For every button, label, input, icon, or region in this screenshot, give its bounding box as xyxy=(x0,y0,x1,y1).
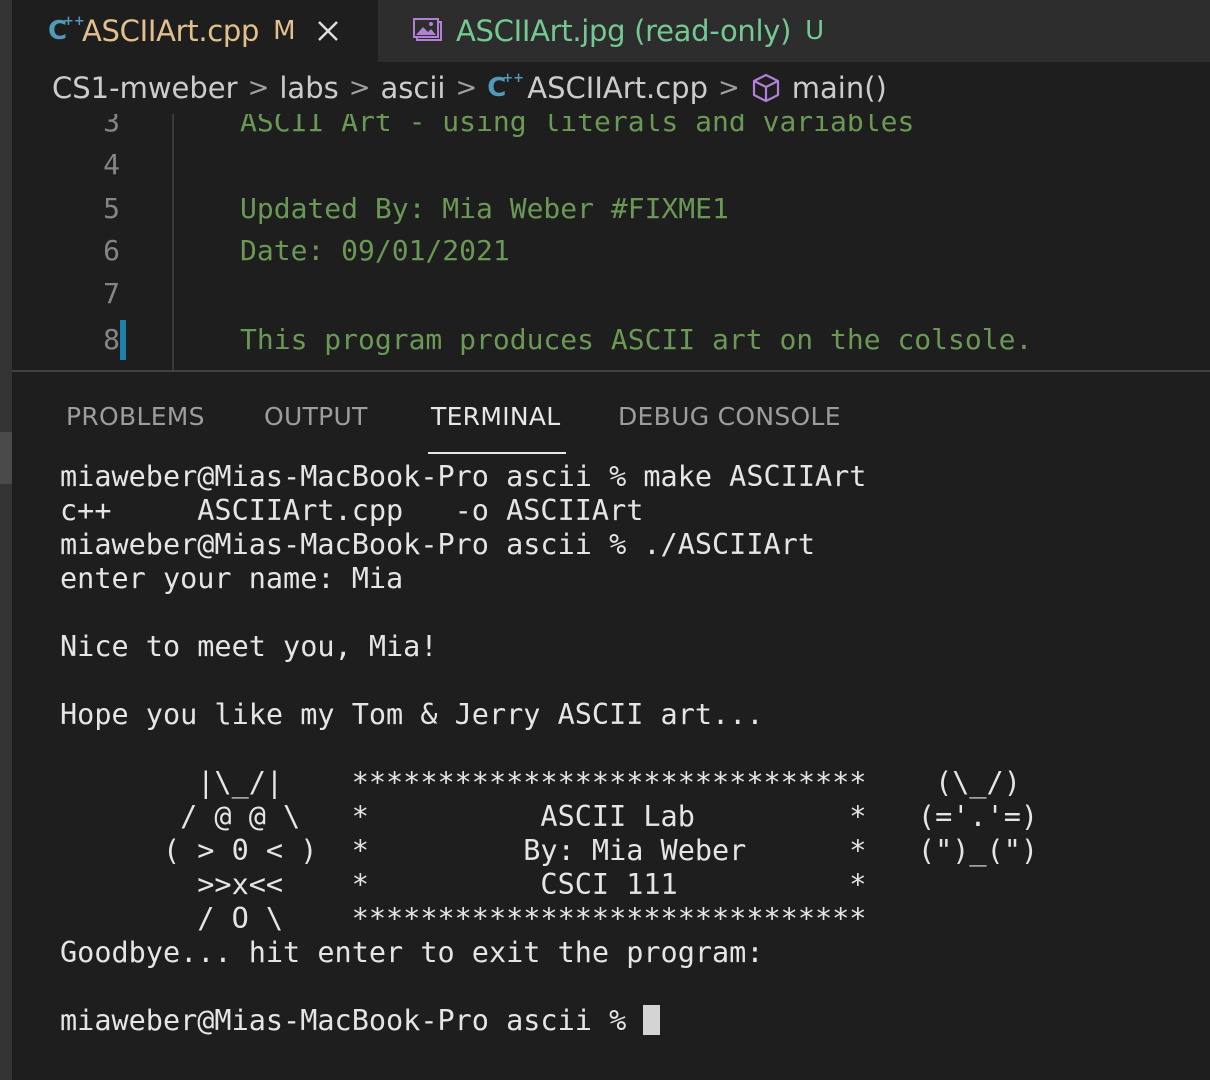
comment-text: This program produces ASCII art on the c… xyxy=(240,323,1033,356)
chevron-right-icon: > xyxy=(348,73,371,103)
comment-text: Date: 09/01/2021 xyxy=(240,234,510,267)
chevron-right-icon: > xyxy=(455,73,478,103)
chevron-right-icon: > xyxy=(717,73,740,103)
line-number: 8 xyxy=(103,323,120,356)
code-line: 5 Updated By: Mia Weber #FIXME1 xyxy=(12,189,1210,229)
line-number: 4 xyxy=(103,148,120,181)
tab-debug-console[interactable]: DEBUG CONSOLE xyxy=(618,402,841,431)
terminal-line: Goodbye... hit enter to exit the program… xyxy=(60,936,764,969)
terminal-cursor xyxy=(643,1005,661,1035)
tab-asciiart-cpp[interactable]: C ++ ASCIIArt.cpp M xyxy=(12,0,378,62)
tab-problems[interactable]: PROBLEMS xyxy=(66,402,205,431)
vscode-window: C ++ ASCIIArt.cpp M ASCIIArt.jpg (read-on… xyxy=(0,0,1210,1080)
code-line: 8 This program produces ASCII art on the… xyxy=(12,320,1210,360)
breadcrumb: CS1-mweber > labs > ascii > C ++ ASCIIArt… xyxy=(12,62,1210,114)
tab-output[interactable]: OUTPUT xyxy=(264,402,368,431)
terminal-line: / O \ ****************************** xyxy=(60,902,867,935)
tab-label: ASCIIArt.jpg (read-only) xyxy=(456,14,792,48)
terminal-line: Hope you like my Tom & Jerry ASCII art..… xyxy=(60,698,764,731)
terminal-line: c++ ASCIIArt.cpp -o ASCIIArt xyxy=(60,494,644,527)
close-icon[interactable] xyxy=(315,18,341,44)
terminal-line: Nice to meet you, Mia! xyxy=(60,630,438,663)
active-tab-indicator xyxy=(428,452,566,454)
tab-terminal[interactable]: TERMINAL xyxy=(431,402,561,431)
terminal-prompt-line: miaweber@Mias-MacBook-Pro ascii % xyxy=(60,1004,661,1038)
code-editor[interactable]: 3 ASCII Art - using literals and variabl… xyxy=(12,114,1210,370)
terminal-prompt: miaweber@Mias-MacBook-Pro ascii % xyxy=(60,1004,644,1037)
code-line: 4 xyxy=(12,145,1210,185)
comment-text: ASCII Art - using literals and variables xyxy=(240,114,915,138)
image-file-icon xyxy=(412,17,444,45)
modified-badge: M xyxy=(273,16,296,46)
cpp-file-icon: C ++ xyxy=(487,71,525,103)
chevron-right-icon: > xyxy=(247,73,270,103)
activity-bar-indicator xyxy=(0,432,12,484)
terminal-line: miaweber@Mias-MacBook-Pro ascii % ./ASCI… xyxy=(60,528,815,561)
terminal-output[interactable]: miaweber@Mias-MacBook-Pro ascii % make A… xyxy=(60,460,1200,1070)
tab-asciiart-jpg[interactable]: ASCIIArt.jpg (read-only) U xyxy=(378,0,1210,62)
code-line: 3 ASCII Art - using literals and variabl… xyxy=(12,114,1210,142)
cpp-file-icon: C ++ xyxy=(48,14,85,46)
line-number: 3 xyxy=(103,114,120,138)
untracked-badge: U xyxy=(805,16,824,46)
git-modified-gutter-marker xyxy=(120,320,126,360)
terminal-line: ( > 0 < ) * By: Mia Weber * (")_(") xyxy=(60,834,1039,867)
breadcrumb-item-ascii[interactable]: ascii xyxy=(381,71,446,105)
code-line: 6 Date: 09/01/2021 xyxy=(12,231,1210,271)
activity-bar-edge xyxy=(0,0,12,1080)
comment-text: Updated By: Mia Weber #FIXME1 xyxy=(240,192,729,225)
bottom-panel: PROBLEMS OUTPUT TERMINAL DEBUG CONSOLE m… xyxy=(12,370,1210,1080)
line-number: 5 xyxy=(103,192,120,225)
terminal-line: |\_/| ****************************** (\_… xyxy=(60,766,1021,799)
breadcrumb-item-symbol[interactable]: main() xyxy=(792,71,887,105)
breadcrumb-item-workspace[interactable]: CS1-mweber xyxy=(52,71,238,105)
terminal-line: / @ @ \ * ASCII Lab * (='.'=) xyxy=(60,800,1039,833)
line-number: 6 xyxy=(103,234,120,267)
terminal-line: miaweber@Mias-MacBook-Pro ascii % make A… xyxy=(60,460,867,493)
terminal-line: enter your name: Mia xyxy=(60,562,404,595)
terminal-line: >>x<< * CSCI 111 * xyxy=(60,868,867,901)
panel-tab-bar: PROBLEMS OUTPUT TERMINAL DEBUG CONSOLE xyxy=(12,372,1210,456)
breadcrumb-item-labs[interactable]: labs xyxy=(279,71,338,105)
method-cube-icon xyxy=(750,72,782,104)
code-line: 7 xyxy=(12,274,1210,314)
breadcrumb-item-file[interactable]: ASCIIArt.cpp xyxy=(527,71,708,105)
line-number: 7 xyxy=(103,277,120,310)
tab-label: ASCIIArt.cpp xyxy=(82,14,260,48)
